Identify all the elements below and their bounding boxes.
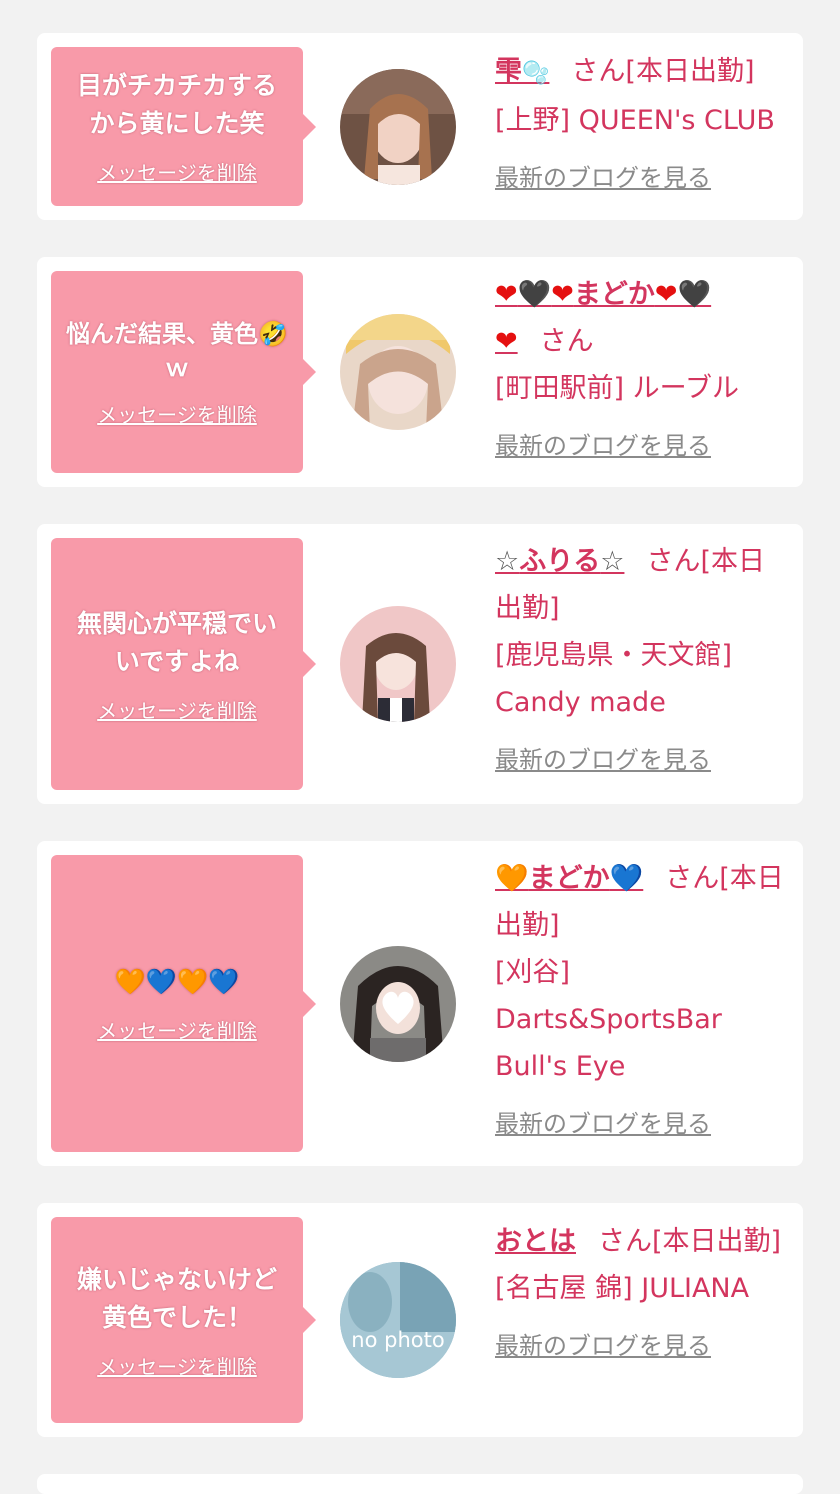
cast-name-link[interactable]: ❤🖤❤まどか❤🖤: [495, 279, 711, 310]
cast-name-link[interactable]: 雫🫧: [495, 56, 549, 87]
store-name: [鹿児島県・天文館] Candy made: [495, 640, 733, 718]
message-text: 嫌いじゃないけど 黄色でした！: [76, 1264, 277, 1332]
latest-blog-link[interactable]: 最新のブログを見る: [495, 426, 711, 461]
store-name: [刈谷] Darts&SportsBar Bull's Eye: [495, 957, 722, 1082]
cast-card: 悩んだ結果、黄色🤣ｗ メッセージを削除 ❤🖤❤まどか❤🖤 ❤ さん [町田駅前] …: [37, 257, 803, 487]
latest-blog-link[interactable]: 最新のブログを見る: [495, 158, 711, 193]
cast-name-link[interactable]: ☆ふりる☆: [495, 546, 624, 577]
avatar[interactable]: [340, 314, 456, 430]
favorite-cast-list: 目がチカチカする から黄にした笑 メッセージを削除 雫🫧 さん[本日出勤] [上野…: [0, 0, 840, 1494]
cast-name-link[interactable]: 🧡まどか💙: [495, 863, 643, 894]
message-text: 悩んだ結果、黄色🤣ｗ: [66, 319, 288, 382]
cast-card: 無関心が平穏でい いですよね メッセージを削除 ☆ふりる☆ さん[本日出勤] [鹿…: [37, 524, 803, 804]
no-photo-label: no photo: [351, 1328, 445, 1352]
avatar[interactable]: [340, 946, 456, 1062]
cast-info: おとは さん[本日出勤] [名古屋 錦] JULIANA 最新のブログを見る: [495, 1218, 785, 1361]
message-bubble: 🧡💙🧡💙 メッセージを削除: [51, 855, 316, 1152]
cast-info: ❤🖤❤まどか❤🖤 ❤ さん [町田駅前] ルーブル 最新のブログを見る: [495, 271, 785, 461]
cast-name-link-cont[interactable]: ❤: [495, 326, 518, 357]
delete-message-link[interactable]: メッセージを削除: [97, 1351, 257, 1380]
message-text: 目がチカチカする から黄にした笑: [76, 71, 277, 138]
avatar[interactable]: [340, 606, 456, 722]
cast-name-link[interactable]: おとは: [495, 1226, 576, 1257]
latest-blog-link[interactable]: 最新のブログを見る: [495, 1104, 711, 1139]
delete-message-link[interactable]: メッセージを削除: [97, 399, 257, 428]
latest-blog-link[interactable]: 最新のブログを見る: [495, 740, 711, 775]
cast-info: 雫🫧 さん[本日出勤] [上野] QUEEN's CLUB 最新のブログを見る: [495, 48, 785, 193]
delete-message-link[interactable]: メッセージを削除: [97, 695, 257, 724]
san-suffix: さん: [598, 1226, 652, 1257]
cast-card: 嫌いじゃないけど 黄色でした！ メッセージを削除 no photo おとは さん[…: [37, 1203, 803, 1437]
delete-message-link[interactable]: メッセージを削除: [97, 157, 257, 186]
cast-card-next: [37, 1474, 803, 1494]
latest-blog-link[interactable]: 最新のブログを見る: [495, 1326, 711, 1361]
cast-card: 目がチカチカする から黄にした笑 メッセージを削除 雫🫧 さん[本日出勤] [上野…: [37, 33, 803, 220]
san-suffix: さん: [646, 546, 701, 577]
status-badge: [本日出勤]: [652, 1226, 782, 1257]
message-bubble: 嫌いじゃないけど 黄色でした！ メッセージを削除: [51, 1217, 316, 1423]
avatar-no-photo[interactable]: no photo: [340, 1262, 456, 1378]
avatar[interactable]: [340, 69, 456, 185]
message-bubble: 無関心が平穏でい いですよね メッセージを削除: [51, 538, 316, 790]
status-badge: [本日出勤]: [625, 56, 755, 87]
message-bubble: 悩んだ結果、黄色🤣ｗ メッセージを削除: [51, 271, 316, 473]
store-name: [町田駅前] ルーブル: [495, 373, 740, 404]
message-bubble: 目がチカチカする から黄にした笑 メッセージを削除: [51, 47, 316, 206]
san-suffix: さん: [571, 56, 626, 87]
store-name: [名古屋 錦] JULIANA: [495, 1273, 750, 1304]
delete-message-link[interactable]: メッセージを削除: [97, 1015, 257, 1044]
message-text: 🧡💙🧡💙: [114, 967, 240, 996]
message-text: 無関心が平穏でい いですよね: [76, 608, 277, 676]
san-suffix: さん: [539, 326, 594, 357]
cast-card: 🧡💙🧡💙 メッセージを削除 🧡まどか💙 さん[本日出勤] [刈谷] Darts&S…: [37, 841, 803, 1166]
store-name: [上野] QUEEN's CLUB: [495, 105, 775, 136]
cast-info: 🧡まどか💙 さん[本日出勤] [刈谷] Darts&SportsBar Bull'…: [495, 855, 785, 1139]
san-suffix: さん: [665, 863, 720, 894]
cast-info: ☆ふりる☆ さん[本日出勤] [鹿児島県・天文館] Candy made 最新のブ…: [495, 538, 785, 775]
